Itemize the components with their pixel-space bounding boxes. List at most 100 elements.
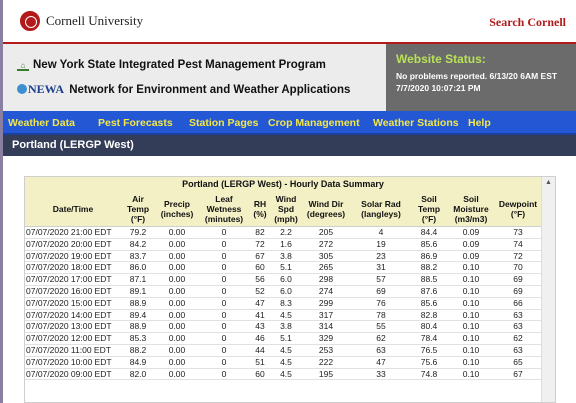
cell-solar-rad: 63 [376,345,386,355]
column-header-air-temp: Air Temp (°F) [121,191,155,227]
column-header-line: Moisture [453,204,489,214]
cell-soil-temp: 85.6 [420,238,438,249]
cell-precip: 0.00 [168,297,186,308]
column-header-line: (minutes) [204,214,244,224]
cell-solar-rad: 31 [376,262,386,273]
column-header-line: Dewpoint [498,199,538,209]
table-row: 07/07/2020 15:00 EDT 88.9 0.00 0 47 8.3 299 76 8… [25,298,541,310]
main-nav: Weather Data Pest Forecasts Station Page… [3,111,576,135]
search-cornell-link[interactable]: Search Cornell [489,15,566,30]
cell-dewpoint: 63 [513,345,523,355]
cell-dewpoint: 63 [513,309,523,320]
cell-rh: 82 [255,227,265,237]
cell-date-time: 07/07/2020 18:00 EDT [26,262,112,273]
cell-date-time: 07/07/2020 17:00 EDT [26,274,112,285]
cell-wind-dir: 305 [318,250,334,261]
cell-soil-temp: 87.6 [420,286,438,296]
cell-date-time: 07/07/2020 20:00 EDT [26,238,112,249]
cell-rh: 47 [255,297,265,308]
nav-pest-forecasts[interactable]: Pest Forecasts [98,117,173,129]
cell-air-temp: 89.4 [129,309,147,320]
status-message: No problems reported. 6/13/20 6AM EST [396,71,558,81]
cell-wind-dir: 222 [318,356,334,367]
cell-wind-speed: 4.5 [280,345,292,355]
cell-date-time: 07/07/2020 16:00 EDT [26,286,112,296]
cell-air-temp: 86.0 [129,262,147,273]
outer-scrollbar[interactable]: ▲ [541,177,555,402]
cell-air-temp: 79.2 [129,227,147,237]
cell-wind-speed: 8.3 [280,297,292,308]
nav-station-pages[interactable]: Station Pages [189,117,258,129]
cell-wind-dir: 195 [318,368,334,379]
nav-weather-stations[interactable]: Weather Stations [373,117,459,129]
cell-dewpoint: 67 [513,368,523,379]
station-title-bar: Portland (LERGP West) [3,135,576,156]
column-header-line: (m3/m3) [454,214,488,224]
cell-soil-moisture: 0.10 [462,297,480,308]
ipm-logo-icon: ⌂ [17,62,29,71]
cell-soil-moisture: 0.10 [462,356,480,367]
cell-precip: 0.00 [168,321,186,332]
cell-wind-dir: 317 [318,309,334,320]
table-row: 07/07/2020 16:00 EDT 89.1 0.00 0 52 6.0 274 69 8… [25,286,541,298]
newa-link[interactable]: NEWA Network for Environment and Weather… [17,82,350,97]
cell-soil-temp: 82.8 [420,309,438,320]
table-row: 07/07/2020 17:00 EDT 87.1 0.00 0 56 6.0 298 57 8… [25,274,541,286]
table-row: 07/07/2020 14:00 EDT 89.4 0.00 0 41 4.5 317 78 8… [25,310,541,322]
cell-wind-speed: 4.5 [280,356,292,367]
ipm-program-title: New York State Integrated Pest Managemen… [33,59,326,71]
cell-wind-speed: 3.8 [280,321,292,332]
cell-soil-temp: 80.4 [420,321,438,332]
cell-precip: 0.00 [168,227,186,237]
nav-crop-management[interactable]: Crop Management [268,117,360,129]
cell-air-temp: 89.1 [129,286,147,296]
cell-date-time: 07/07/2020 12:00 EDT [26,333,112,344]
cell-solar-rad: 57 [376,274,386,285]
cell-solar-rad: 69 [376,286,386,296]
column-header-line: Soil [421,194,437,204]
cell-solar-rad: 62 [376,333,386,344]
nav-weather-data[interactable]: Weather Data [8,117,75,129]
cell-dewpoint: 74 [513,238,523,249]
cell-soil-moisture: 0.10 [462,345,480,355]
cell-rh: 60 [255,262,265,273]
table-row: 07/07/2020 13:00 EDT 88.9 0.00 0 43 3.8 314 55 8… [25,321,541,334]
cornell-seal-icon[interactable] [20,11,40,31]
cell-solar-rad: 55 [376,321,386,332]
cell-solar-rad: 78 [376,309,386,320]
cell-soil-moisture: 0.10 [462,262,480,273]
cell-dewpoint: 72 [513,250,523,261]
cell-soil-temp: 88.2 [420,262,438,273]
cell-precip: 0.00 [168,356,186,367]
outer-scroll-up-icon[interactable]: ▲ [545,179,552,186]
cell-wind-dir: 272 [318,238,334,249]
cell-precip: 0.00 [168,286,186,296]
column-header-rh: RH (%) [249,191,271,227]
cell-soil-moisture: 0.10 [462,321,480,332]
cell-dewpoint: 63 [513,321,523,332]
cell-leaf-wetness: 0 [221,297,227,308]
cell-precip: 0.00 [168,262,186,273]
column-header-line: Precip [164,199,190,209]
column-header-line: Spd [277,204,295,214]
cell-leaf-wetness: 0 [221,274,227,285]
nav-help[interactable]: Help [468,117,491,129]
cell-precip: 0.00 [168,274,186,285]
cell-wind-dir: 329 [318,333,334,344]
column-header-line: (mph) [274,214,298,224]
ipm-program-link[interactable]: ⌂ New York State Integrated Pest Manageme… [17,59,326,71]
cell-date-time: 07/07/2020 10:00 EDT [26,356,112,367]
cell-wind-speed: 5.1 [280,333,292,344]
cell-leaf-wetness: 0 [221,356,227,367]
column-header-line: Wetness [206,204,242,214]
cell-precip: 0.00 [168,333,186,344]
cell-leaf-wetness: 0 [221,286,227,296]
cell-precip: 0.00 [168,250,186,261]
cell-precip: 0.00 [168,309,186,320]
cell-wind-dir: 205 [318,227,334,237]
cornell-bar: Cornell University Search Cornell [3,0,576,44]
cell-air-temp: 88.9 [129,297,147,308]
cornell-name-link[interactable]: Cornell University [46,13,143,29]
cell-solar-rad: 76 [376,297,386,308]
table-row: 07/07/2020 12:00 EDT 85.3 0.00 0 46 5.1 329 62 7… [25,333,541,345]
